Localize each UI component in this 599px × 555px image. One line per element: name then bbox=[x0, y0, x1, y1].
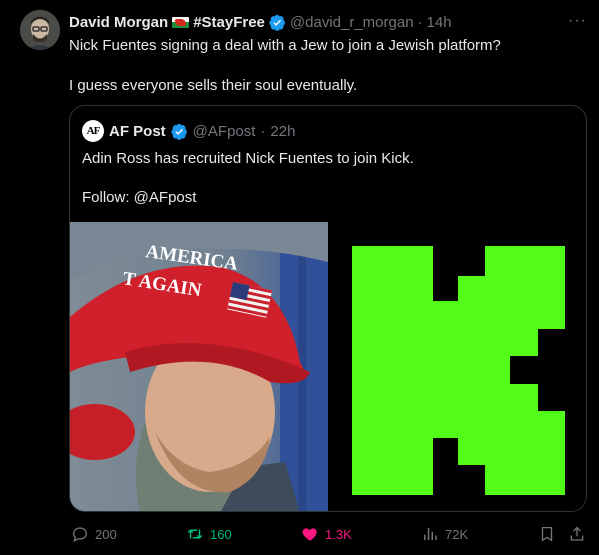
tweet-text-line-1: Nick Fuentes signing a deal with a Jew t… bbox=[69, 37, 501, 54]
wales-flag-icon bbox=[172, 16, 190, 28]
quote-header: AF AF Post @AFpost · 22h bbox=[82, 120, 295, 142]
share-button[interactable] bbox=[568, 525, 586, 543]
share-icon bbox=[570, 526, 584, 541]
retweet-icon bbox=[187, 529, 203, 539]
action-bar: 200 160 1.3K 72K bbox=[0, 525, 599, 549]
bookmark-icon bbox=[541, 526, 553, 542]
more-options-button[interactable]: ··· bbox=[568, 12, 587, 30]
author-name[interactable]: David Morgan bbox=[69, 14, 168, 31]
heart-icon bbox=[302, 528, 317, 541]
quote-author-name[interactable]: AF Post bbox=[109, 123, 166, 140]
tweet-text: Nick Fuentes signing a deal with a Jew t… bbox=[69, 36, 589, 116]
reply-count: 200 bbox=[95, 526, 117, 542]
kick-logo-image[interactable] bbox=[330, 222, 586, 511]
separator-dot: · bbox=[260, 122, 266, 140]
verified-badge-icon bbox=[269, 14, 285, 31]
reply-button[interactable]: 200 bbox=[71, 525, 117, 543]
like-button[interactable]: 1.3K bbox=[301, 525, 352, 543]
tweet-text-line-2: I guess everyone sells their soul eventu… bbox=[69, 77, 358, 94]
retweet-count: 160 bbox=[210, 526, 232, 542]
quote-text-line-1: Adin Ross has recruited Nick Fuentes to … bbox=[82, 150, 414, 167]
photo-man-in-red-hat[interactable]: AMERICA T AGAIN bbox=[70, 222, 328, 511]
views-chart-icon bbox=[424, 528, 437, 540]
views-button[interactable]: 72K bbox=[421, 525, 468, 543]
bookmark-button[interactable] bbox=[538, 525, 556, 543]
views-count: 72K bbox=[445, 526, 469, 542]
quoted-tweet[interactable]: AF AF Post @AFpost · 22h Adin Ross has r… bbox=[69, 105, 587, 512]
quote-avatar[interactable]: AF bbox=[82, 120, 104, 142]
quote-time[interactable]: 22h bbox=[270, 123, 295, 140]
author-hashtag[interactable]: #StayFree bbox=[193, 14, 265, 31]
reply-icon bbox=[72, 527, 88, 543]
author-handle[interactable]: @david_r_morgan bbox=[290, 14, 414, 31]
tweet-time[interactable]: 14h bbox=[427, 14, 452, 31]
verified-badge-icon bbox=[171, 123, 187, 140]
quote-author-handle[interactable]: @AFpost bbox=[193, 123, 256, 140]
quote-text: Adin Ross has recruited Nick Fuentes to … bbox=[82, 149, 572, 227]
avatar[interactable] bbox=[20, 10, 60, 50]
quote-media: AMERICA T AGAIN bbox=[70, 222, 586, 511]
separator-dot: · bbox=[417, 13, 423, 31]
tweet[interactable]: David Morgan #StayFree @david_r_morgan ·… bbox=[0, 0, 599, 555]
retweet-button[interactable]: 160 bbox=[186, 525, 232, 543]
kick-logo-icon bbox=[330, 222, 586, 511]
tweet-header: David Morgan #StayFree @david_r_morgan ·… bbox=[69, 12, 452, 32]
like-count: 1.3K bbox=[325, 526, 352, 542]
quote-text-line-2: Follow: @AFpost bbox=[82, 189, 197, 206]
